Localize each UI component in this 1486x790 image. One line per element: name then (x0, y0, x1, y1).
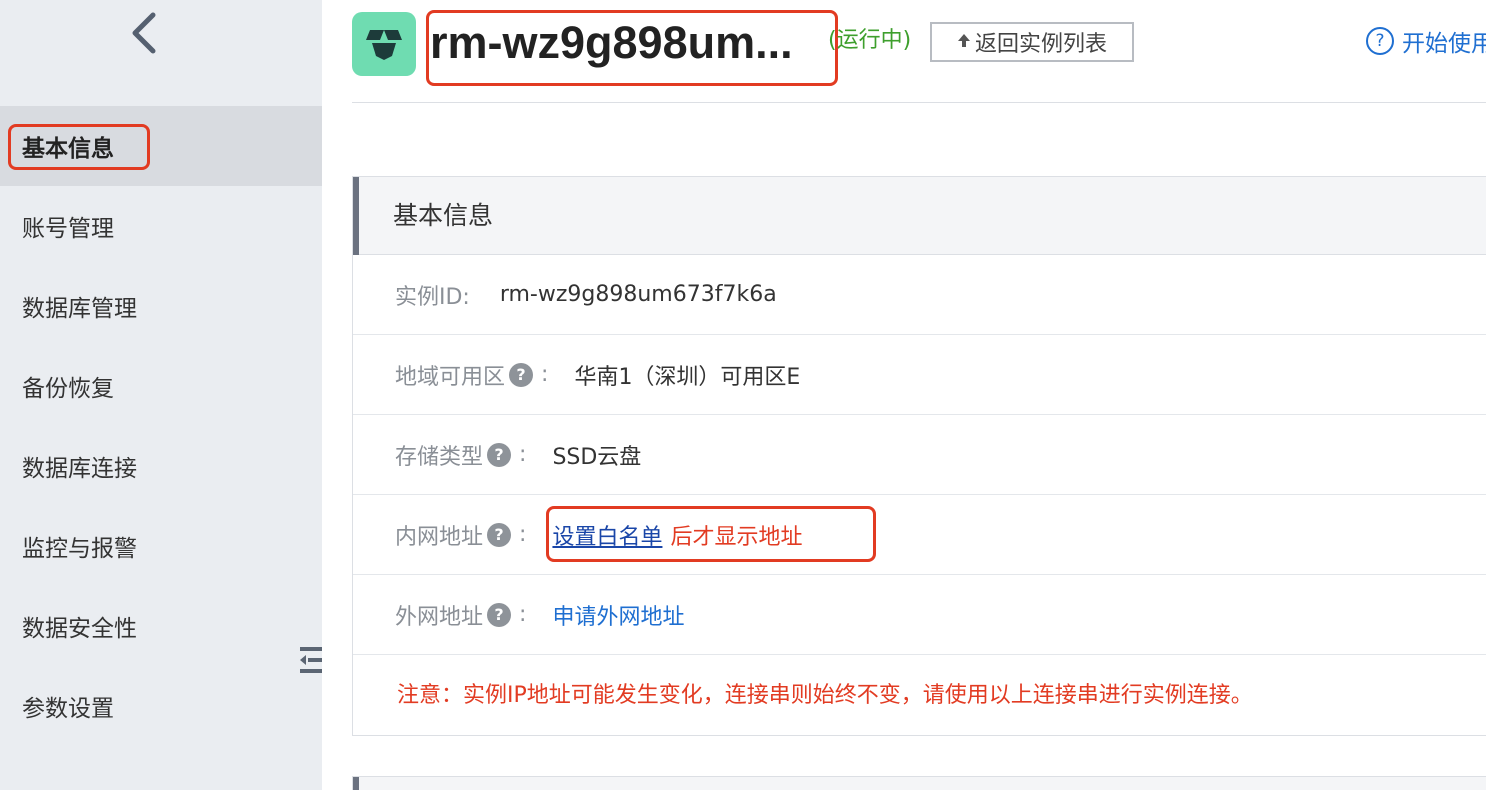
instance-id-row: 实例ID: rm-wz9g898um673f7k6a (353, 255, 1486, 335)
field-label: 存储类型? (395, 439, 512, 471)
panel-header: 基本信息 (353, 177, 1486, 255)
colon: : (541, 362, 549, 387)
apply-internet-address-link[interactable]: 申请外网地址 (552, 599, 684, 631)
intranet-address-row: 内网地址? : 设置白名单 后才显示地址 (353, 495, 1486, 575)
question-circle-icon: ? (1366, 27, 1394, 55)
highlight-annotation (426, 10, 838, 86)
help-question-icon[interactable]: ? (487, 442, 512, 467)
panel-title: 基本信息 (393, 201, 494, 230)
sidebar-item-parameter-settings[interactable]: 参数设置 (0, 666, 322, 746)
upload-arrow-icon (957, 30, 971, 55)
sidebar-nav: 基本信息 账号管理 数据库管理 备份恢复 数据库连接 监控与报警 数据安全性 参… (0, 106, 322, 746)
collapse-sidebar-icon[interactable] (300, 644, 322, 676)
sidebar-item-label: 数据安全性 (22, 616, 137, 642)
sidebar-item-basic-info[interactable]: 基本信息 (0, 106, 322, 186)
sidebar-item-database-management[interactable]: 数据库管理 (0, 266, 322, 346)
set-whitelist-link[interactable]: 设置白名单 (552, 519, 662, 551)
basic-info-panel: 基本信息 实例ID: rm-wz9g898um673f7k6a 地域可用区? :… (352, 176, 1486, 736)
sidebar-item-database-connection[interactable]: 数据库连接 (0, 426, 322, 506)
back-to-list-label: 返回实例列表 (974, 32, 1107, 57)
internet-address-row: 外网地址? : 申请外网地址 (353, 575, 1486, 655)
zone-row: 地域可用区? : 华南1（深圳）可用区E (353, 335, 1486, 415)
sidebar: 基本信息 账号管理 数据库管理 备份恢复 数据库连接 监控与报警 数据安全性 参… (0, 0, 322, 790)
back-to-list-button[interactable]: 返回实例列表 (930, 22, 1134, 62)
help-question-icon[interactable]: ? (509, 362, 534, 387)
next-panel-header (352, 776, 1486, 790)
rds-logo-icon (352, 12, 416, 76)
sidebar-item-data-security[interactable]: 数据安全性 (0, 586, 322, 666)
colon: : (519, 522, 527, 547)
ip-change-note: 注意：实例IP地址可能发生变化，连接串则始终不变，请使用以上连接串进行实例连接。 (397, 683, 1253, 708)
sidebar-item-label: 数据库管理 (22, 296, 137, 322)
help-question-icon[interactable]: ? (487, 602, 512, 627)
colon: : (519, 442, 527, 467)
sidebar-item-backup-restore[interactable]: 备份恢复 (0, 346, 322, 426)
help-question-icon[interactable]: ? (487, 522, 512, 547)
sidebar-item-label: 基本信息 (22, 136, 114, 162)
sidebar-item-label: 备份恢复 (22, 376, 114, 402)
colon: : (519, 602, 527, 627)
sidebar-item-monitoring-alerts[interactable]: 监控与报警 (0, 506, 322, 586)
zone-value: 华南1（深圳）可用区E (574, 364, 801, 390)
storage-row: 存储类型? : SSD云盘 (353, 415, 1486, 495)
field-label: 内网地址? (395, 519, 512, 551)
field-label: 地域可用区? (395, 359, 534, 391)
sidebar-item-account-management[interactable]: 账号管理 (0, 186, 322, 266)
field-label: 实例ID: (395, 284, 470, 310)
divider (352, 102, 1486, 103)
sidebar-item-label: 参数设置 (22, 696, 114, 722)
sidebar-item-label: 账号管理 (22, 216, 114, 242)
instance-id-value: rm-wz9g898um673f7k6a (499, 282, 777, 307)
field-label: 外网地址? (395, 599, 512, 631)
getting-started-label: 开始使用 (1402, 31, 1486, 57)
status-badge: (运行中) (828, 28, 912, 53)
storage-value: SSD云盘 (552, 444, 642, 470)
sidebar-item-label: 数据库连接 (22, 456, 137, 482)
sidebar-item-label: 监控与报警 (22, 536, 137, 562)
chevron-left-icon[interactable] (124, 8, 164, 58)
whitelist-hint: 后才显示地址 (670, 524, 803, 550)
getting-started-link[interactable]: ? 开始使用 (1366, 24, 1486, 58)
